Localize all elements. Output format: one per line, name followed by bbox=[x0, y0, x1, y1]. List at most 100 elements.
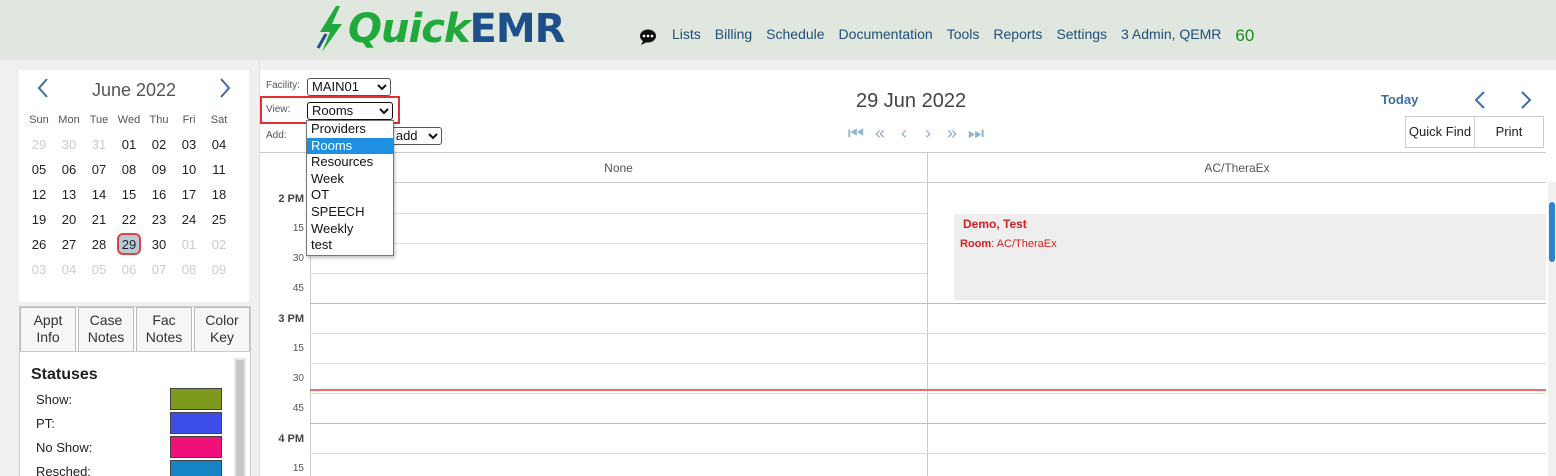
chevron-left-icon[interactable]: ‹ bbox=[892, 124, 916, 142]
calendar-day[interactable]: 16 bbox=[144, 182, 174, 207]
weekday-header: Thu bbox=[149, 114, 169, 126]
tab-fac-notes[interactable]: Fac Notes bbox=[136, 307, 192, 351]
view-option-test[interactable]: test bbox=[307, 237, 393, 254]
calendar-day[interactable]: 08 bbox=[174, 257, 204, 282]
last-page-icon[interactable]: ⏭ bbox=[964, 124, 988, 142]
calendar-day[interactable]: 21 bbox=[84, 207, 114, 232]
calendar-day[interactable]: 05 bbox=[24, 157, 54, 182]
tab-appt-info[interactable]: Appt Info bbox=[20, 307, 76, 351]
calendar-day[interactable]: 02 bbox=[204, 232, 234, 257]
nav-tools[interactable]: Tools bbox=[947, 26, 980, 42]
calendar-day-selected[interactable]: 29 bbox=[114, 232, 144, 257]
view-option-rooms[interactable]: Rooms bbox=[307, 137, 393, 155]
calendar-day[interactable]: 02 bbox=[144, 132, 174, 157]
calendar-day[interactable]: 04 bbox=[204, 132, 234, 157]
time-label: 15 bbox=[292, 223, 304, 234]
chevron-right-icon[interactable] bbox=[1517, 88, 1535, 112]
calendar-day[interactable]: 10 bbox=[174, 157, 204, 182]
calendar-day[interactable]: 19 bbox=[24, 207, 54, 232]
calendar-day[interactable]: 04 bbox=[54, 257, 84, 282]
view-option-providers[interactable]: Providers bbox=[307, 121, 393, 138]
time-label: 30 bbox=[292, 373, 304, 384]
nav-schedule[interactable]: Schedule bbox=[766, 26, 824, 42]
weekday-header: Wed bbox=[117, 114, 141, 126]
today-button[interactable]: Today bbox=[1381, 92, 1418, 107]
calendar-day[interactable]: 05 bbox=[84, 257, 114, 282]
lightning-bolt-icon bbox=[316, 6, 342, 52]
nav-settings[interactable]: Settings bbox=[1056, 26, 1107, 42]
calendar-day[interactable]: 11 bbox=[204, 157, 234, 182]
appointment-block[interactable]: Demo, Test Room: AC/TheraEx bbox=[954, 214, 1546, 300]
app-header: Quick EMR Lists Billing Schedule Document… bbox=[0, 0, 1556, 60]
calendar-day[interactable]: 17 bbox=[174, 182, 204, 207]
chevron-right-icon[interactable] bbox=[215, 76, 235, 100]
calendar-day[interactable]: 14 bbox=[84, 182, 114, 207]
quick-find-button[interactable]: Quick Find bbox=[1405, 116, 1475, 148]
calendar-day[interactable]: 09 bbox=[144, 157, 174, 182]
calendar-day[interactable]: 31 bbox=[84, 132, 114, 157]
calendar-day[interactable]: 20 bbox=[54, 207, 84, 232]
calendar-day[interactable]: 27 bbox=[54, 232, 84, 257]
calendar-day[interactable]: 01 bbox=[174, 232, 204, 257]
nav-lists[interactable]: Lists bbox=[672, 26, 701, 42]
calendar-day[interactable]: 29 bbox=[24, 132, 54, 157]
chevron-down-icon bbox=[377, 84, 387, 91]
calendar-day[interactable]: 01 bbox=[114, 132, 144, 157]
facility-select-value: MAIN01 bbox=[312, 79, 359, 94]
view-select[interactable]: Rooms bbox=[307, 102, 393, 120]
chevron-right-icon[interactable]: › bbox=[916, 124, 940, 142]
nav-billing[interactable]: Billing bbox=[715, 26, 752, 42]
calendar-day[interactable]: 13 bbox=[54, 182, 84, 207]
logo-emr-text: EMR bbox=[469, 6, 566, 52]
nav-user-menu[interactable]: 3 Admin, QEMR bbox=[1121, 26, 1221, 42]
calendar-day[interactable]: 12 bbox=[24, 182, 54, 207]
calendar-day[interactable]: 30 bbox=[144, 232, 174, 257]
tab-case-notes[interactable]: Case Notes bbox=[78, 307, 134, 351]
facility-select[interactable]: MAIN01 bbox=[307, 78, 391, 96]
chevron-down-icon bbox=[379, 108, 389, 115]
nav-reports[interactable]: Reports bbox=[993, 26, 1042, 42]
calendar-day[interactable]: 18 bbox=[204, 182, 234, 207]
side-tabs: Appt Info Case Notes Fac Notes Color Key… bbox=[19, 306, 251, 476]
calendar-day[interactable]: 25 bbox=[204, 207, 234, 232]
calendar-day[interactable]: 07 bbox=[84, 157, 114, 182]
calendar-day-label: 29 bbox=[117, 233, 141, 255]
appointment-patient-name: Demo, Test bbox=[963, 217, 1027, 231]
calendar-day[interactable]: 22 bbox=[114, 207, 144, 232]
view-option-weekly[interactable]: Weekly bbox=[307, 221, 393, 238]
view-option-ot[interactable]: OT bbox=[307, 187, 393, 204]
calendar-day[interactable]: 03 bbox=[24, 257, 54, 282]
calendar-day[interactable]: 07 bbox=[144, 257, 174, 282]
weekday-header: Fri bbox=[182, 114, 196, 126]
calendar-day[interactable]: 08 bbox=[114, 157, 144, 182]
facility-label: Facility: bbox=[266, 80, 300, 91]
calendar-day[interactable]: 09 bbox=[204, 257, 234, 282]
color-key-scrollbar[interactable] bbox=[234, 358, 246, 476]
nav-documentation[interactable]: Documentation bbox=[839, 26, 933, 42]
calendar-day[interactable]: 24 bbox=[174, 207, 204, 232]
view-option-speech[interactable]: SPEECH bbox=[307, 204, 393, 221]
weekday-header: Mon bbox=[58, 114, 80, 126]
quickemr-logo[interactable]: Quick EMR bbox=[314, 2, 566, 56]
double-right-icon[interactable]: » bbox=[940, 124, 964, 142]
chevron-left-icon[interactable] bbox=[1471, 88, 1489, 112]
double-left-icon[interactable]: « bbox=[868, 124, 892, 142]
view-option-week[interactable]: Week bbox=[307, 171, 393, 188]
view-option-resources[interactable]: Resources bbox=[307, 154, 393, 171]
current-time-line bbox=[310, 389, 1546, 391]
calendar-day[interactable]: 06 bbox=[114, 257, 144, 282]
first-page-icon[interactable]: ⏮ bbox=[844, 124, 868, 142]
tab-color-key[interactable]: Color Key bbox=[194, 307, 250, 351]
status-label-no-show: No Show: bbox=[36, 440, 93, 455]
calendar-day[interactable]: 28 bbox=[84, 232, 114, 257]
calendar-day[interactable]: 23 bbox=[144, 207, 174, 232]
print-button[interactable]: Print bbox=[1474, 116, 1544, 148]
calendar-day[interactable]: 03 bbox=[174, 132, 204, 157]
column-header-none: None bbox=[310, 153, 927, 183]
calendar-day[interactable]: 15 bbox=[114, 182, 144, 207]
calendar-day[interactable]: 26 bbox=[24, 232, 54, 257]
schedule-scrollbar[interactable] bbox=[1548, 182, 1556, 476]
chat-bubble-icon[interactable] bbox=[638, 28, 658, 46]
calendar-day[interactable]: 30 bbox=[54, 132, 84, 157]
calendar-day[interactable]: 06 bbox=[54, 157, 84, 182]
